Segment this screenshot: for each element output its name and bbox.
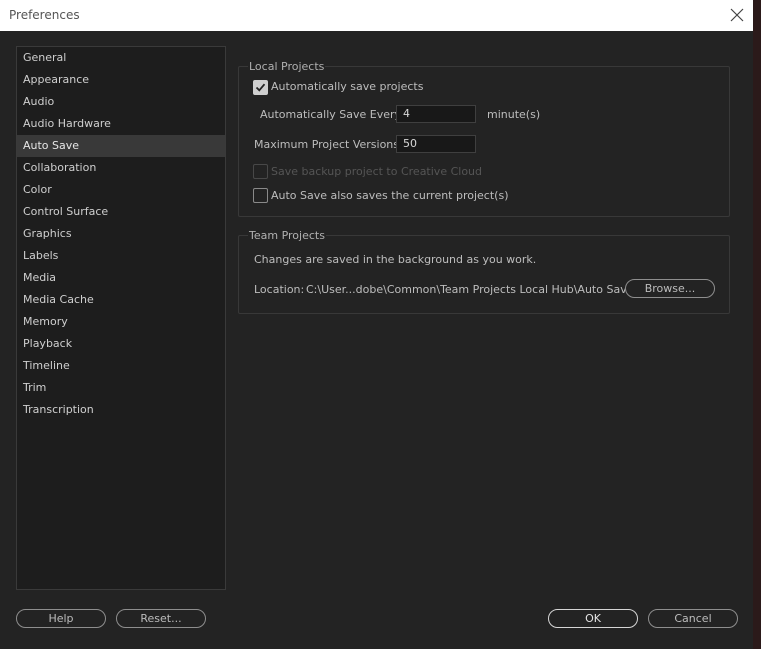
preferences-window: Preferences General Appearance Audio Audio … xyxy=(0,0,753,649)
sidebar-item-control-surface[interactable]: Control Surface xyxy=(17,201,225,223)
sidebar-item-appearance[interactable]: Appearance xyxy=(17,69,225,91)
save-every-label: Automatically Save Every: xyxy=(260,108,404,121)
reset-button[interactable]: Reset... xyxy=(116,609,206,628)
backup-cloud-checkbox[interactable] xyxy=(253,164,268,179)
sidebar-item-general[interactable]: General xyxy=(17,47,225,69)
location-label: Location: xyxy=(254,283,305,296)
sidebar-item-audio[interactable]: Audio xyxy=(17,91,225,113)
sidebar-item-timeline[interactable]: Timeline xyxy=(17,355,225,377)
ok-button[interactable]: OK xyxy=(548,609,638,628)
team-projects-group: Team Projects Changes are saved in the b… xyxy=(238,229,730,314)
save-current-label: Auto Save also saves the current project… xyxy=(271,189,509,202)
sidebar-item-graphics[interactable]: Graphics xyxy=(17,223,225,245)
browse-button[interactable]: Browse... xyxy=(625,279,715,298)
sidebar-item-auto-save[interactable]: Auto Save xyxy=(17,135,225,157)
category-list: General Appearance Audio Audio Hardware Auto… xyxy=(16,46,226,590)
sidebar-item-color[interactable]: Color xyxy=(17,179,225,201)
save-every-unit: minute(s) xyxy=(487,108,541,121)
help-button[interactable]: Help xyxy=(16,609,106,628)
close-button[interactable] xyxy=(727,5,747,25)
sidebar-item-memory[interactable]: Memory xyxy=(17,311,225,333)
location-path: C:\User...dobe\Common\Team Projects Loca… xyxy=(306,283,640,296)
save-current-checkbox[interactable] xyxy=(253,188,268,203)
sidebar-item-playback[interactable]: Playback xyxy=(17,333,225,355)
team-projects-description: Changes are saved in the background as y… xyxy=(254,253,537,266)
auto-save-label: Automatically save projects xyxy=(271,80,424,93)
max-versions-label: Maximum Project Versions: xyxy=(254,138,403,151)
checkmark-icon xyxy=(255,83,266,92)
local-projects-group: Local Projects Automatically save projec… xyxy=(238,60,730,217)
sidebar-item-media[interactable]: Media xyxy=(17,267,225,289)
team-projects-title: Team Projects xyxy=(248,229,326,242)
local-projects-title: Local Projects xyxy=(248,60,326,73)
sidebar-item-transcription[interactable]: Transcription xyxy=(17,399,225,421)
sidebar-item-labels[interactable]: Labels xyxy=(17,245,225,267)
backup-cloud-label: Save backup project to Creative Cloud xyxy=(271,165,482,178)
sidebar-item-audio-hardware[interactable]: Audio Hardware xyxy=(17,113,225,135)
cancel-button[interactable]: Cancel xyxy=(648,609,738,628)
max-versions-input[interactable]: 50 xyxy=(396,135,476,153)
sidebar-item-trim[interactable]: Trim xyxy=(17,377,225,399)
sidebar-item-media-cache[interactable]: Media Cache xyxy=(17,289,225,311)
close-icon xyxy=(730,8,744,22)
title-bar: Preferences xyxy=(0,0,753,31)
sidebar-item-collaboration[interactable]: Collaboration xyxy=(17,157,225,179)
window-title: Preferences xyxy=(9,8,80,22)
save-every-input[interactable]: 4 xyxy=(396,105,476,123)
auto-save-checkbox[interactable] xyxy=(253,80,268,95)
